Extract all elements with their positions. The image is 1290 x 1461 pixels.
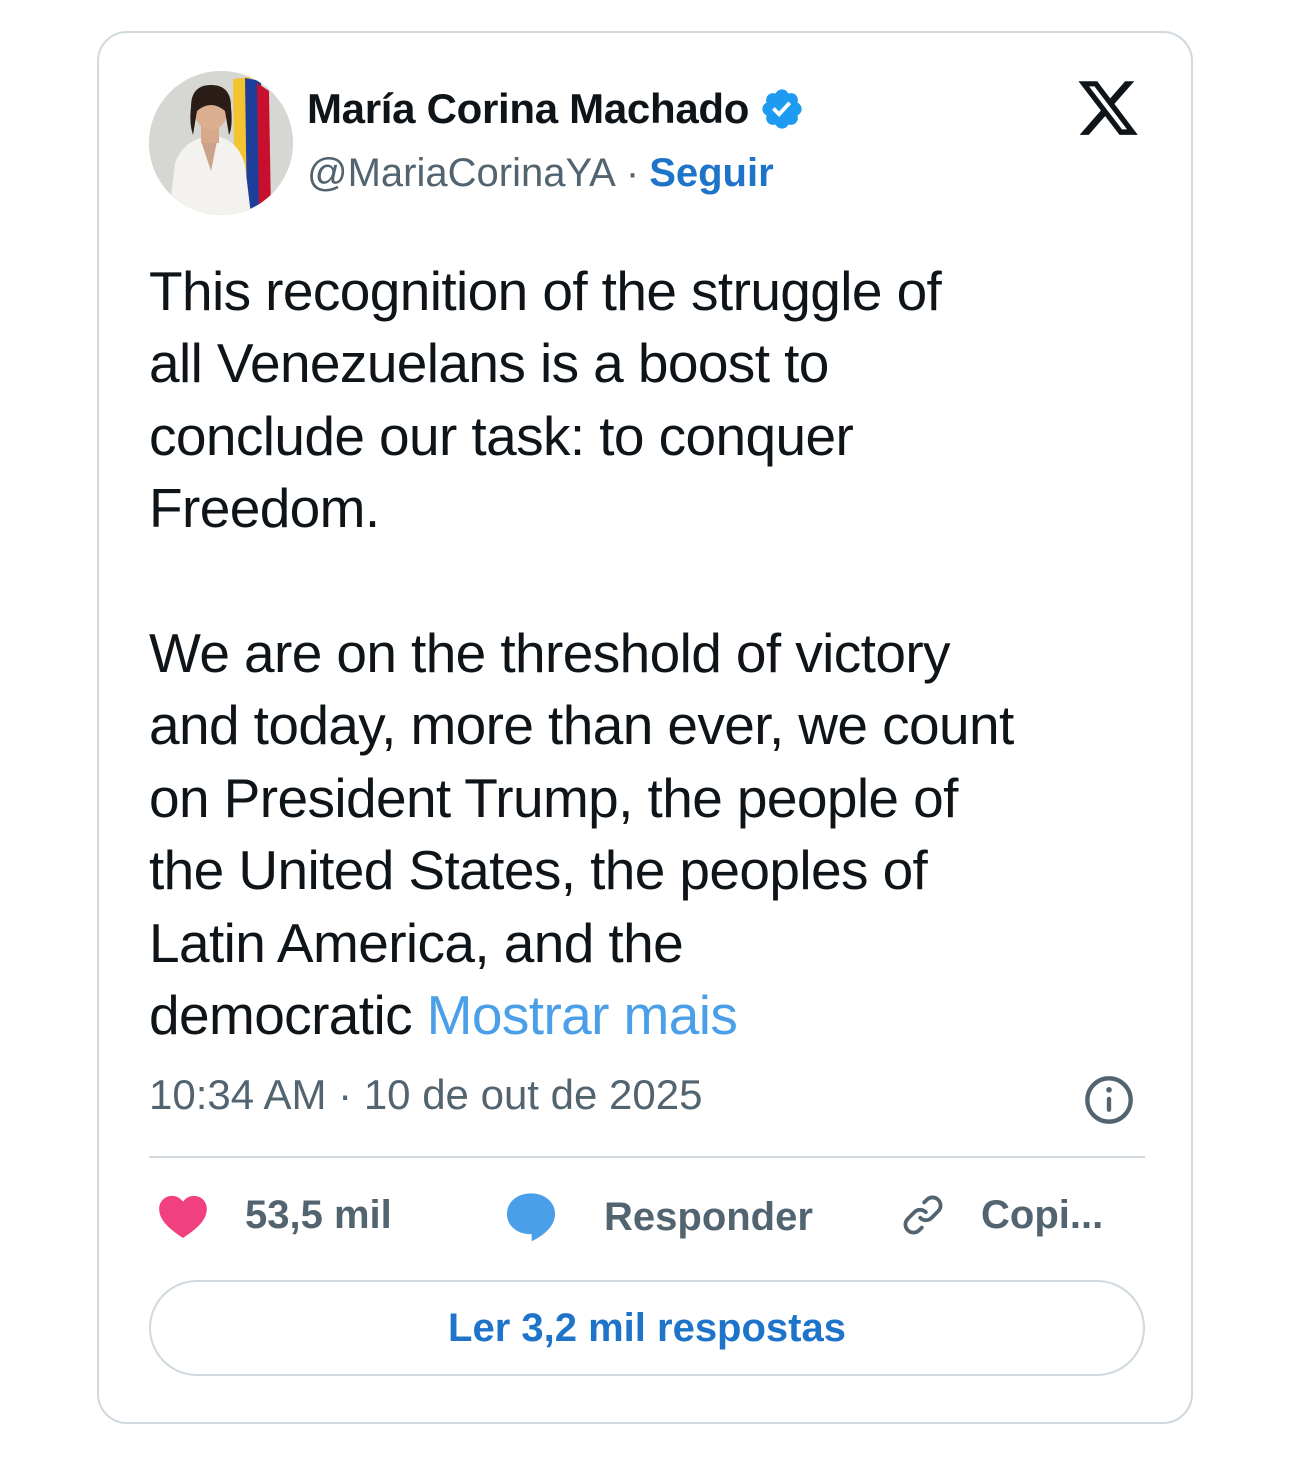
reply-label: Responder [604,1194,813,1239]
like-count: 53,5 mil [245,1192,392,1237]
copy-link-label: Copi... [981,1192,1104,1237]
separator-dot: · [338,1071,353,1118]
reply-bubble-icon [506,1193,556,1242]
copy-link-button[interactable]: Copi... [899,1191,1103,1239]
tweet-time: 10:34 AM [149,1071,327,1118]
tweet-body: This recognition of the struggle of all … [149,260,1014,1047]
tweet-timestamp[interactable]: 10:34 AM · 10 de out de 2025 [149,1071,702,1119]
verified-badge-icon [762,89,802,129]
read-replies-button[interactable]: Ler 3,2 mil respostas [149,1280,1145,1376]
read-replies-label: Ler 3,2 mil respostas [448,1305,846,1350]
info-icon[interactable] [1083,1074,1135,1126]
heart-icon [159,1195,207,1238]
separator-dot: · [625,151,640,195]
tweet-date: 10 de out de 2025 [363,1071,703,1118]
author-handle[interactable]: @MariaCorinaYA [307,151,616,195]
avatar-photo [149,71,293,215]
x-logo-icon[interactable] [1075,75,1141,141]
tweet-card: María Corina Machado @MariaCorinaYA · Segu… [97,31,1193,1424]
author-handle-row: @MariaCorinaYA · Seguir [307,151,774,196]
author-name[interactable]: María Corina Machado [307,85,749,133]
divider [149,1156,1145,1158]
avatar[interactable] [149,71,293,215]
like-button[interactable]: 53,5 mil [157,1191,392,1239]
show-more-link[interactable]: Mostrar mais [427,984,738,1046]
author-name-row: María Corina Machado [307,85,805,133]
tweet-text: This recognition of the struggle of all … [149,255,1159,1051]
link-icon [903,1195,943,1235]
reply-button[interactable]: Responder [504,1191,813,1243]
tweet-actions: 53,5 mil Responder Copi... [99,1191,1191,1251]
follow-button[interactable]: Seguir [649,151,773,195]
